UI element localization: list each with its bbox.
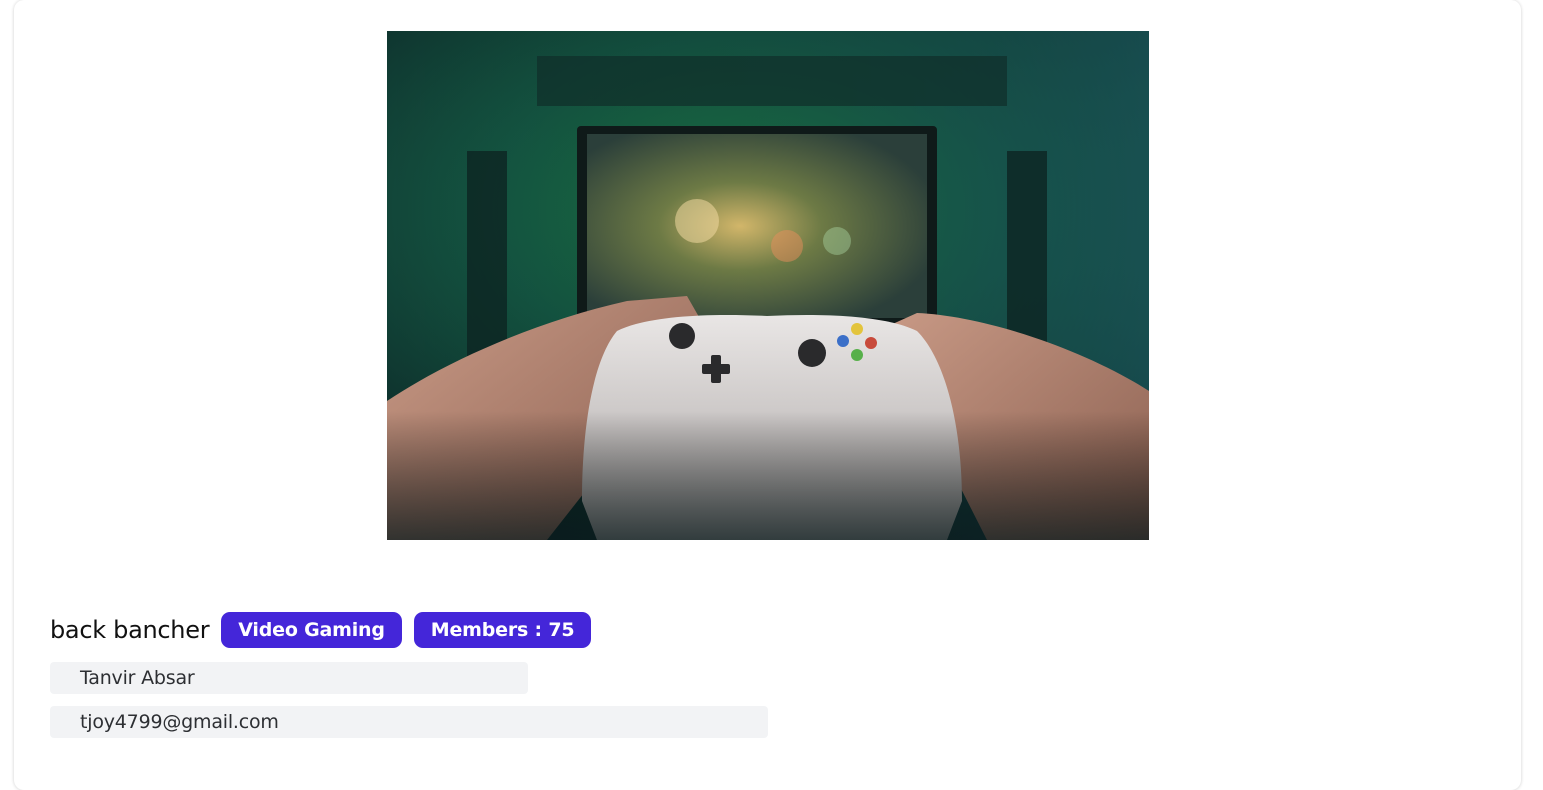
- members-badge: Members : 75: [413, 612, 592, 648]
- group-info: back bancher Video Gaming Members : 75 T…: [50, 612, 1450, 738]
- owner-email: tjoy4799@gmail.com: [80, 711, 279, 733]
- group-cover-image: [387, 31, 1149, 540]
- category-badge: Video Gaming: [221, 612, 402, 648]
- owner-email-field: tjoy4799@gmail.com: [50, 706, 768, 738]
- group-title-row: back bancher Video Gaming Members : 75: [50, 612, 1450, 648]
- game-controller-photo-icon: [387, 31, 1149, 540]
- group-name: back bancher: [50, 616, 210, 644]
- owner-name: Tanvir Absar: [80, 667, 195, 689]
- owner-name-field: Tanvir Absar: [50, 662, 528, 694]
- group-card: back bancher Video Gaming Members : 75 T…: [14, 0, 1521, 790]
